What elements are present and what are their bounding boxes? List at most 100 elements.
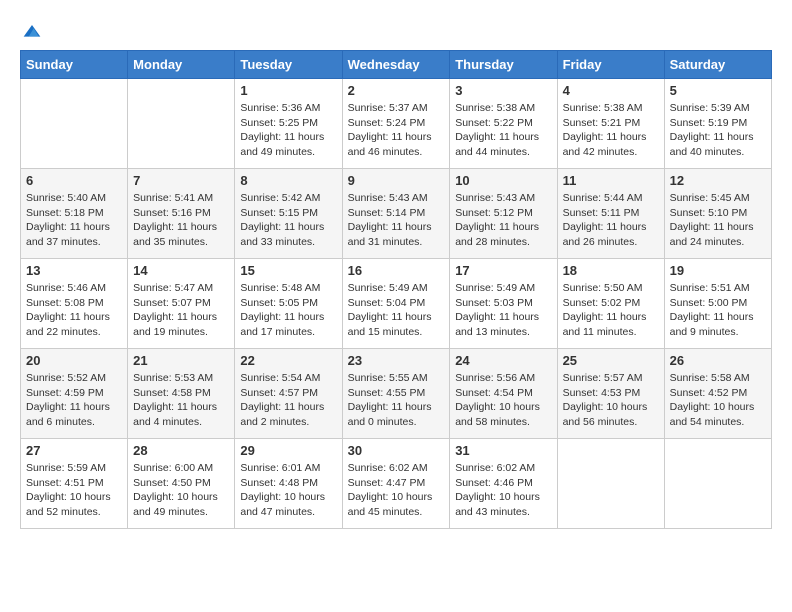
day-number: 4 xyxy=(563,83,659,98)
calendar-cell: 3 Sunrise: 5:38 AM Sunset: 5:22 PM Daylig… xyxy=(450,79,557,169)
calendar-cell: 2Sunrise: 5:37 AM Sunset: 5:24 PM Daylig… xyxy=(342,79,450,169)
calendar-cell: 10 Sunrise: 5:43 AM Sunset: 5:12 PM Dayli… xyxy=(450,169,557,259)
day-info: Sunrise: 5:51 AM Sunset: 5:00 PM Dayligh… xyxy=(670,281,766,340)
weekday-header: Sunday xyxy=(21,51,128,79)
day-number: 17 xyxy=(455,263,551,278)
calendar-week-row: 27 Sunrise: 5:59 AM Sunset: 4:51 PM Dayli… xyxy=(21,439,772,529)
calendar-cell: 16 Sunrise: 5:49 AM Sunset: 5:04 PM Dayli… xyxy=(342,259,450,349)
calendar-cell: 19 Sunrise: 5:51 AM Sunset: 5:00 PM Dayli… xyxy=(664,259,771,349)
calendar-cell: 11Sunrise: 5:44 AM Sunset: 5:11 PM Dayli… xyxy=(557,169,664,259)
calendar-cell: 20 Sunrise: 5:52 AM Sunset: 4:59 PM Dayli… xyxy=(21,349,128,439)
calendar-cell: 24 Sunrise: 5:56 AM Sunset: 4:54 PM Dayli… xyxy=(450,349,557,439)
calendar-cell: 25 Sunrise: 5:57 AM Sunset: 4:53 PM Dayli… xyxy=(557,349,664,439)
day-info: Sunrise: 6:02 AM Sunset: 4:46 PM Dayligh… xyxy=(455,461,551,520)
day-number: 26 xyxy=(670,353,766,368)
day-number: 13 xyxy=(26,263,122,278)
day-number: 1 xyxy=(240,83,336,98)
calendar-cell: 14 Sunrise: 5:47 AM Sunset: 5:07 PM Dayli… xyxy=(128,259,235,349)
day-number: 28 xyxy=(133,443,229,458)
calendar-cell: 8 Sunrise: 5:42 AM Sunset: 5:15 PM Daylig… xyxy=(235,169,342,259)
calendar-cell: 28 Sunrise: 6:00 AM Sunset: 4:50 PM Dayli… xyxy=(128,439,235,529)
weekday-header: Tuesday xyxy=(235,51,342,79)
calendar-week-row: 1 Sunrise: 5:36 AM Sunset: 5:25 PM Daylig… xyxy=(21,79,772,169)
calendar-cell: 9 Sunrise: 5:43 AM Sunset: 5:14 PM Daylig… xyxy=(342,169,450,259)
day-info: Sunrise: 5:47 AM Sunset: 5:07 PM Dayligh… xyxy=(133,281,229,340)
calendar-cell xyxy=(557,439,664,529)
day-info: Sunrise: 5:59 AM Sunset: 4:51 PM Dayligh… xyxy=(26,461,122,520)
day-info: Sunrise: 6:02 AM Sunset: 4:47 PM Dayligh… xyxy=(348,461,445,520)
day-info: Sunrise: 5:38 AM Sunset: 5:21 PM Dayligh… xyxy=(563,101,659,160)
logo-icon xyxy=(22,20,42,40)
day-number: 21 xyxy=(133,353,229,368)
page-header xyxy=(20,20,772,40)
calendar-week-row: 6 Sunrise: 5:40 AM Sunset: 5:18 PM Daylig… xyxy=(21,169,772,259)
day-number: 29 xyxy=(240,443,336,458)
day-info: Sunrise: 5:42 AM Sunset: 5:15 PM Dayligh… xyxy=(240,191,336,250)
day-info: Sunrise: 5:39 AM Sunset: 5:19 PM Dayligh… xyxy=(670,101,766,160)
day-info: Sunrise: 5:46 AM Sunset: 5:08 PM Dayligh… xyxy=(26,281,122,340)
day-info: Sunrise: 5:40 AM Sunset: 5:18 PM Dayligh… xyxy=(26,191,122,250)
day-number: 23 xyxy=(348,353,445,368)
calendar-cell: 15 Sunrise: 5:48 AM Sunset: 5:05 PM Dayli… xyxy=(235,259,342,349)
day-number: 15 xyxy=(240,263,336,278)
day-number: 6 xyxy=(26,173,122,188)
calendar-cell: 7Sunrise: 5:41 AM Sunset: 5:16 PM Daylig… xyxy=(128,169,235,259)
day-number: 31 xyxy=(455,443,551,458)
day-number: 24 xyxy=(455,353,551,368)
calendar-cell xyxy=(21,79,128,169)
day-number: 9 xyxy=(348,173,445,188)
calendar-cell: 6 Sunrise: 5:40 AM Sunset: 5:18 PM Daylig… xyxy=(21,169,128,259)
day-info: Sunrise: 5:36 AM Sunset: 5:25 PM Dayligh… xyxy=(240,101,336,160)
calendar-cell: 30 Sunrise: 6:02 AM Sunset: 4:47 PM Dayli… xyxy=(342,439,450,529)
day-number: 16 xyxy=(348,263,445,278)
calendar-cell: 1 Sunrise: 5:36 AM Sunset: 5:25 PM Daylig… xyxy=(235,79,342,169)
day-info: Sunrise: 5:43 AM Sunset: 5:14 PM Dayligh… xyxy=(348,191,445,250)
calendar-cell xyxy=(664,439,771,529)
day-number: 19 xyxy=(670,263,766,278)
calendar-cell: 22Sunrise: 5:54 AM Sunset: 4:57 PM Dayli… xyxy=(235,349,342,439)
weekday-header: Saturday xyxy=(664,51,771,79)
calendar-cell: 26 Sunrise: 5:58 AM Sunset: 4:52 PM Dayli… xyxy=(664,349,771,439)
calendar-cell: 12 Sunrise: 5:45 AM Sunset: 5:10 PM Dayli… xyxy=(664,169,771,259)
day-number: 20 xyxy=(26,353,122,368)
day-info: Sunrise: 5:55 AM Sunset: 4:55 PM Dayligh… xyxy=(348,371,445,430)
day-number: 12 xyxy=(670,173,766,188)
day-info: Sunrise: 6:01 AM Sunset: 4:48 PM Dayligh… xyxy=(240,461,336,520)
calendar-cell: 27 Sunrise: 5:59 AM Sunset: 4:51 PM Dayli… xyxy=(21,439,128,529)
weekday-header: Friday xyxy=(557,51,664,79)
day-info: Sunrise: 5:56 AM Sunset: 4:54 PM Dayligh… xyxy=(455,371,551,430)
day-number: 30 xyxy=(348,443,445,458)
day-info: Sunrise: 5:45 AM Sunset: 5:10 PM Dayligh… xyxy=(670,191,766,250)
day-info: Sunrise: 5:49 AM Sunset: 5:04 PM Dayligh… xyxy=(348,281,445,340)
day-info: Sunrise: 5:50 AM Sunset: 5:02 PM Dayligh… xyxy=(563,281,659,340)
day-info: Sunrise: 5:52 AM Sunset: 4:59 PM Dayligh… xyxy=(26,371,122,430)
calendar-cell: 13 Sunrise: 5:46 AM Sunset: 5:08 PM Dayli… xyxy=(21,259,128,349)
calendar-cell: 17 Sunrise: 5:49 AM Sunset: 5:03 PM Dayli… xyxy=(450,259,557,349)
day-number: 22 xyxy=(240,353,336,368)
day-info: Sunrise: 5:48 AM Sunset: 5:05 PM Dayligh… xyxy=(240,281,336,340)
day-number: 8 xyxy=(240,173,336,188)
calendar-week-row: 20 Sunrise: 5:52 AM Sunset: 4:59 PM Dayli… xyxy=(21,349,772,439)
day-number: 3 xyxy=(455,83,551,98)
day-number: 10 xyxy=(455,173,551,188)
day-number: 11 xyxy=(563,173,659,188)
day-info: Sunrise: 5:57 AM Sunset: 4:53 PM Dayligh… xyxy=(563,371,659,430)
day-number: 25 xyxy=(563,353,659,368)
weekday-header: Monday xyxy=(128,51,235,79)
day-info: Sunrise: 5:43 AM Sunset: 5:12 PM Dayligh… xyxy=(455,191,551,250)
day-info: Sunrise: 5:53 AM Sunset: 4:58 PM Dayligh… xyxy=(133,371,229,430)
day-info: Sunrise: 5:58 AM Sunset: 4:52 PM Dayligh… xyxy=(670,371,766,430)
day-info: Sunrise: 5:38 AM Sunset: 5:22 PM Dayligh… xyxy=(455,101,551,160)
day-number: 7 xyxy=(133,173,229,188)
day-number: 14 xyxy=(133,263,229,278)
day-info: Sunrise: 5:49 AM Sunset: 5:03 PM Dayligh… xyxy=(455,281,551,340)
calendar-header-row: SundayMondayTuesdayWednesdayThursdayFrid… xyxy=(21,51,772,79)
calendar-cell: 31 Sunrise: 6:02 AM Sunset: 4:46 PM Dayli… xyxy=(450,439,557,529)
calendar-cell: 23 Sunrise: 5:55 AM Sunset: 4:55 PM Dayli… xyxy=(342,349,450,439)
day-number: 5 xyxy=(670,83,766,98)
calendar-table: SundayMondayTuesdayWednesdayThursdayFrid… xyxy=(20,50,772,529)
calendar-cell: 18Sunrise: 5:50 AM Sunset: 5:02 PM Dayli… xyxy=(557,259,664,349)
calendar-cell: 4 Sunrise: 5:38 AM Sunset: 5:21 PM Daylig… xyxy=(557,79,664,169)
day-info: Sunrise: 6:00 AM Sunset: 4:50 PM Dayligh… xyxy=(133,461,229,520)
day-number: 27 xyxy=(26,443,122,458)
